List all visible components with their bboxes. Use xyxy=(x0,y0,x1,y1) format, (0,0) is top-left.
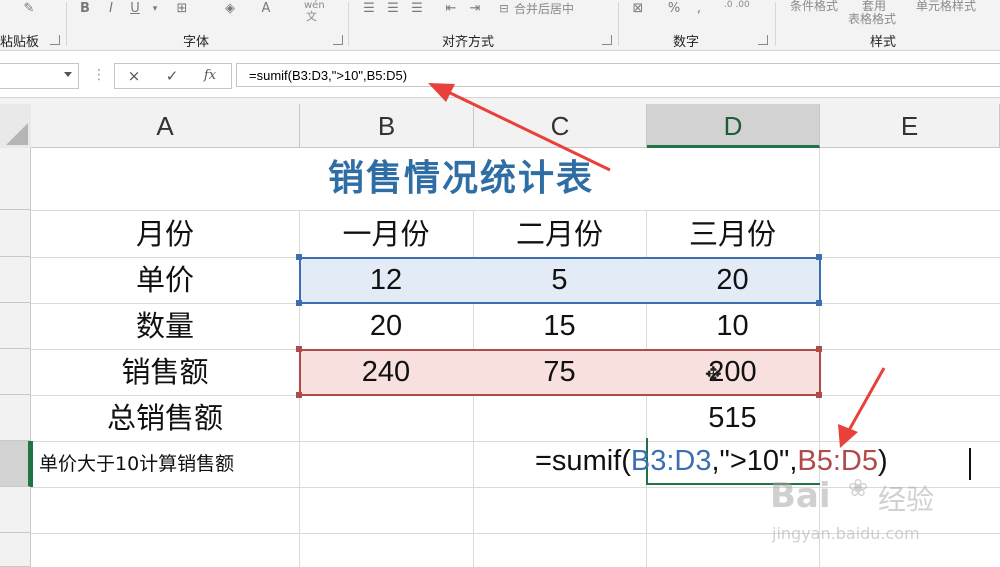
arrow-to-b5-d5 xyxy=(838,367,886,448)
watermark-brand-cn: 经验 xyxy=(878,483,935,516)
watermark-url: jingyan.baidu.com xyxy=(772,524,920,543)
watermark-brand: Bai xyxy=(770,476,831,516)
paw-icon: ❀ xyxy=(848,474,869,502)
arrow-to-formula-bar xyxy=(428,83,611,172)
